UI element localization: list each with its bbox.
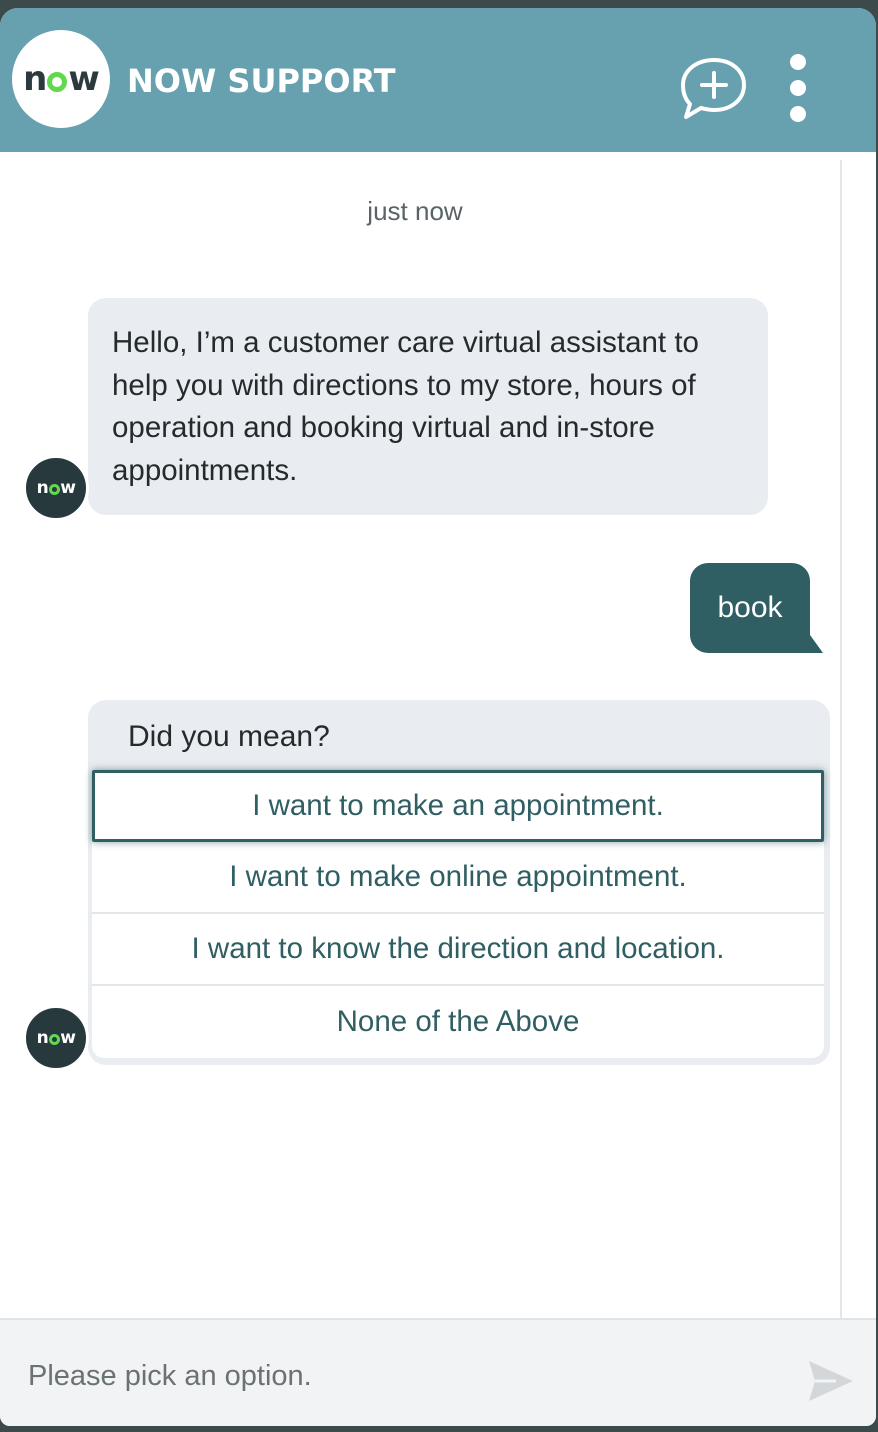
message-input[interactable]: [26, 1350, 770, 1402]
suggestion-card: Did you mean? I want to make an appointm…: [88, 700, 830, 1065]
bot-avatar: nw: [23, 455, 89, 521]
scrollbar-track[interactable]: [840, 160, 842, 1320]
suggestion-prompt: Did you mean?: [128, 720, 330, 753]
more-options-button[interactable]: [776, 52, 820, 128]
send-button[interactable]: [806, 1358, 856, 1404]
user-message-bubble: book: [690, 563, 810, 653]
option-list: I want to make an appointment. I want to…: [92, 770, 824, 1058]
send-icon: [809, 1361, 853, 1401]
kebab-menu-icon: [790, 54, 806, 122]
avatar-o-icon: [48, 1034, 60, 1045]
chat-plus-icon: [681, 58, 746, 119]
new-chat-button[interactable]: [678, 56, 750, 122]
now-logo: nw: [12, 30, 110, 128]
bot-avatar: nw: [23, 1005, 89, 1071]
bot-message-bubble: Hello, I’m a customer care virtual assis…: [88, 298, 768, 515]
input-bar: [0, 1318, 876, 1426]
user-bubble-tail: [805, 628, 823, 653]
chat-window: nw NOW SUPPORT just now Hello, I’m a cus…: [0, 8, 876, 1426]
avatar-o-icon: [48, 484, 60, 495]
logo-o-icon: [47, 72, 68, 92]
message-timestamp: just now: [367, 196, 463, 226]
option-make-appointment[interactable]: I want to make an appointment.: [92, 770, 824, 842]
option-none-of-above[interactable]: None of the Above: [92, 986, 824, 1058]
option-direction-location[interactable]: I want to know the direction and locatio…: [92, 914, 824, 986]
option-online-appointment[interactable]: I want to make online appointment.: [92, 842, 824, 914]
header-title: NOW SUPPORT: [127, 62, 396, 100]
header: nw NOW SUPPORT: [0, 8, 876, 152]
